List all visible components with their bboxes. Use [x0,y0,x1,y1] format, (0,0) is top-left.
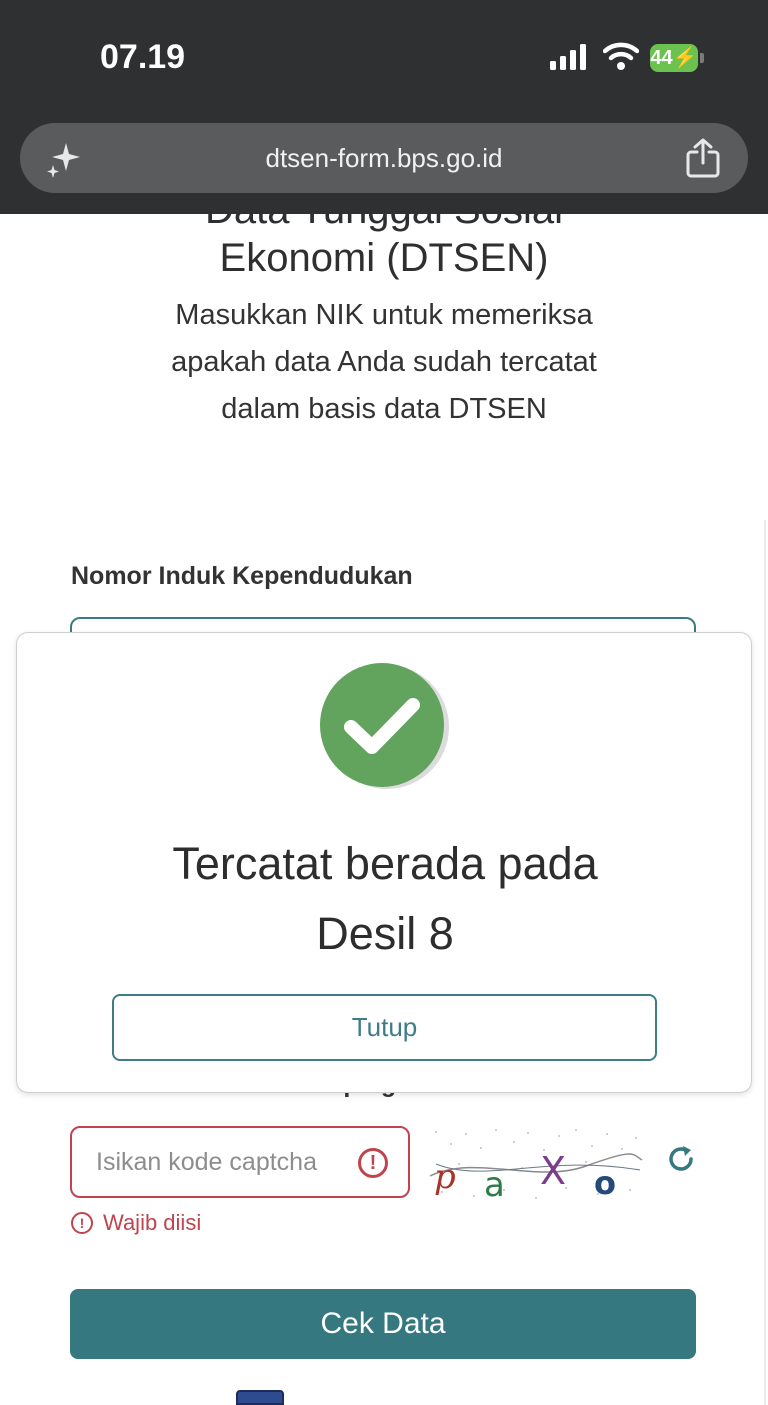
captcha-input[interactable]: Isikan kode captcha ! [70,1126,410,1198]
captcha-char: a [484,1165,505,1202]
captcha-placeholder: Isikan kode captcha [96,1147,317,1176]
modal-message: Tercatat berada pada Desil 8 [172,838,598,959]
error-icon: ! [71,1212,93,1234]
id-card-icon [236,1390,284,1405]
captcha-image: p a X o [429,1129,643,1202]
check-circle-icon [320,663,449,789]
refresh-icon[interactable] [664,1142,698,1176]
result-modal: Tercatat berada pada Desil 8 Tutup [16,632,752,1093]
share-icon[interactable] [684,137,722,179]
captcha-char: o [594,1164,616,1202]
nik-label: Nomor Induk Kependudukan [71,562,413,590]
page-subtitle: Masukkan NIK untuk memeriksa apakah data… [171,299,597,425]
captcha-error-text: Wajib diisi [103,1210,202,1235]
captcha-char: X [540,1149,566,1193]
error-icon: ! [358,1148,388,1178]
address-bar[interactable]: dtsen-form.bps.go.id [20,123,748,193]
close-button[interactable]: Tutup [112,994,657,1061]
wifi-icon [603,42,639,70]
url-text: dtsen-form.bps.go.id [265,143,503,173]
signal-icon [550,44,586,70]
browser-header: 07.19 44⚡ dtsen-form.bps.go.id [0,0,768,214]
captcha-char: p [434,1157,456,1197]
cek-data-button[interactable]: Cek Data [70,1289,696,1359]
battery-icon: 44⚡ [650,44,698,72]
battery-tip [700,53,704,63]
captcha-error: ! Wajib diisi [71,1210,201,1236]
status-time: 07.19 [100,38,186,76]
battery-level: 44 [650,47,673,69]
divider [764,520,766,1405]
